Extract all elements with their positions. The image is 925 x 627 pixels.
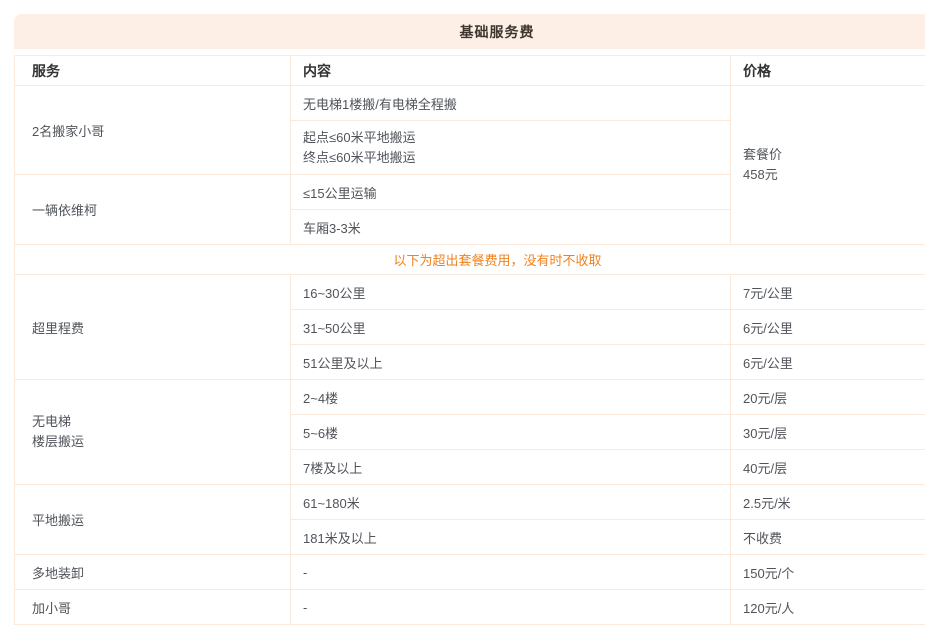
table-row: 加小哥 - 120元/人 (15, 590, 925, 625)
col-header-service: 服务 (15, 56, 291, 86)
cell-price: 6元/公里 (731, 310, 925, 345)
cell-content: - (291, 555, 731, 590)
cell-service-van: 一辆依维柯 (15, 175, 291, 245)
col-header-content: 内容 (291, 56, 731, 86)
pricing-table: 服务 内容 价格 2名搬家小哥 无电梯1楼搬/有电梯全程搬 套餐价 458元 起… (14, 55, 925, 625)
cell-service-flat: 平地搬运 (15, 485, 291, 555)
cell-content: 61~180米 (291, 485, 731, 520)
col-header-price: 价格 (731, 56, 925, 86)
cell-content: 16~30公里 (291, 275, 731, 310)
notice-text: 以下为超出套餐费用，没有时不收取 (15, 245, 925, 275)
cell-package-price: 套餐价 458元 (731, 86, 925, 245)
cell-service-mileage: 超里程费 (15, 275, 291, 380)
cell-content: ≤15公里运输 (291, 175, 731, 210)
cell-service-multistop: 多地装卸 (15, 555, 291, 590)
cell-service-extramover: 加小哥 (15, 590, 291, 625)
table-row: 2名搬家小哥 无电梯1楼搬/有电梯全程搬 套餐价 458元 (15, 86, 925, 121)
cell-price: 120元/人 (731, 590, 925, 625)
table-row: 平地搬运 61~180米 2.5元/米 (15, 485, 925, 520)
cell-price: 150元/个 (731, 555, 925, 590)
table-title-bar: 基础服务费 (14, 14, 925, 49)
cell-price: 6元/公里 (731, 345, 925, 380)
header-row: 服务 内容 价格 (15, 56, 925, 86)
cell-price: 2.5元/米 (731, 485, 925, 520)
cell-price: 不收费 (731, 520, 925, 555)
notice-row: 以下为超出套餐费用，没有时不收取 (15, 245, 925, 275)
cell-service-stairs: 无电梯 楼层搬运 (15, 380, 291, 485)
cell-content: 无电梯1楼搬/有电梯全程搬 (291, 86, 731, 121)
cell-content: 31~50公里 (291, 310, 731, 345)
cell-price: 7元/公里 (731, 275, 925, 310)
cell-price: 20元/层 (731, 380, 925, 415)
cell-content: 起点≤60米平地搬运 终点≤60米平地搬运 (291, 121, 731, 175)
cell-content: 车厢3-3米 (291, 210, 731, 245)
cell-content: 181米及以上 (291, 520, 731, 555)
cell-service-movers: 2名搬家小哥 (15, 86, 291, 175)
cell-price: 30元/层 (731, 415, 925, 450)
pricing-panel: 基础服务费 服务 内容 价格 2名搬家小哥 无电梯1楼搬/有电梯全程搬 套餐价 … (14, 14, 925, 625)
cell-content: - (291, 590, 731, 625)
cell-price: 40元/层 (731, 450, 925, 485)
table-row: 多地装卸 - 150元/个 (15, 555, 925, 590)
table-row: 超里程费 16~30公里 7元/公里 (15, 275, 925, 310)
cell-content: 2~4楼 (291, 380, 731, 415)
cell-content: 5~6楼 (291, 415, 731, 450)
cell-content: 51公里及以上 (291, 345, 731, 380)
cell-content: 7楼及以上 (291, 450, 731, 485)
table-title: 基础服务费 (460, 22, 535, 42)
table-row: 无电梯 楼层搬运 2~4楼 20元/层 (15, 380, 925, 415)
